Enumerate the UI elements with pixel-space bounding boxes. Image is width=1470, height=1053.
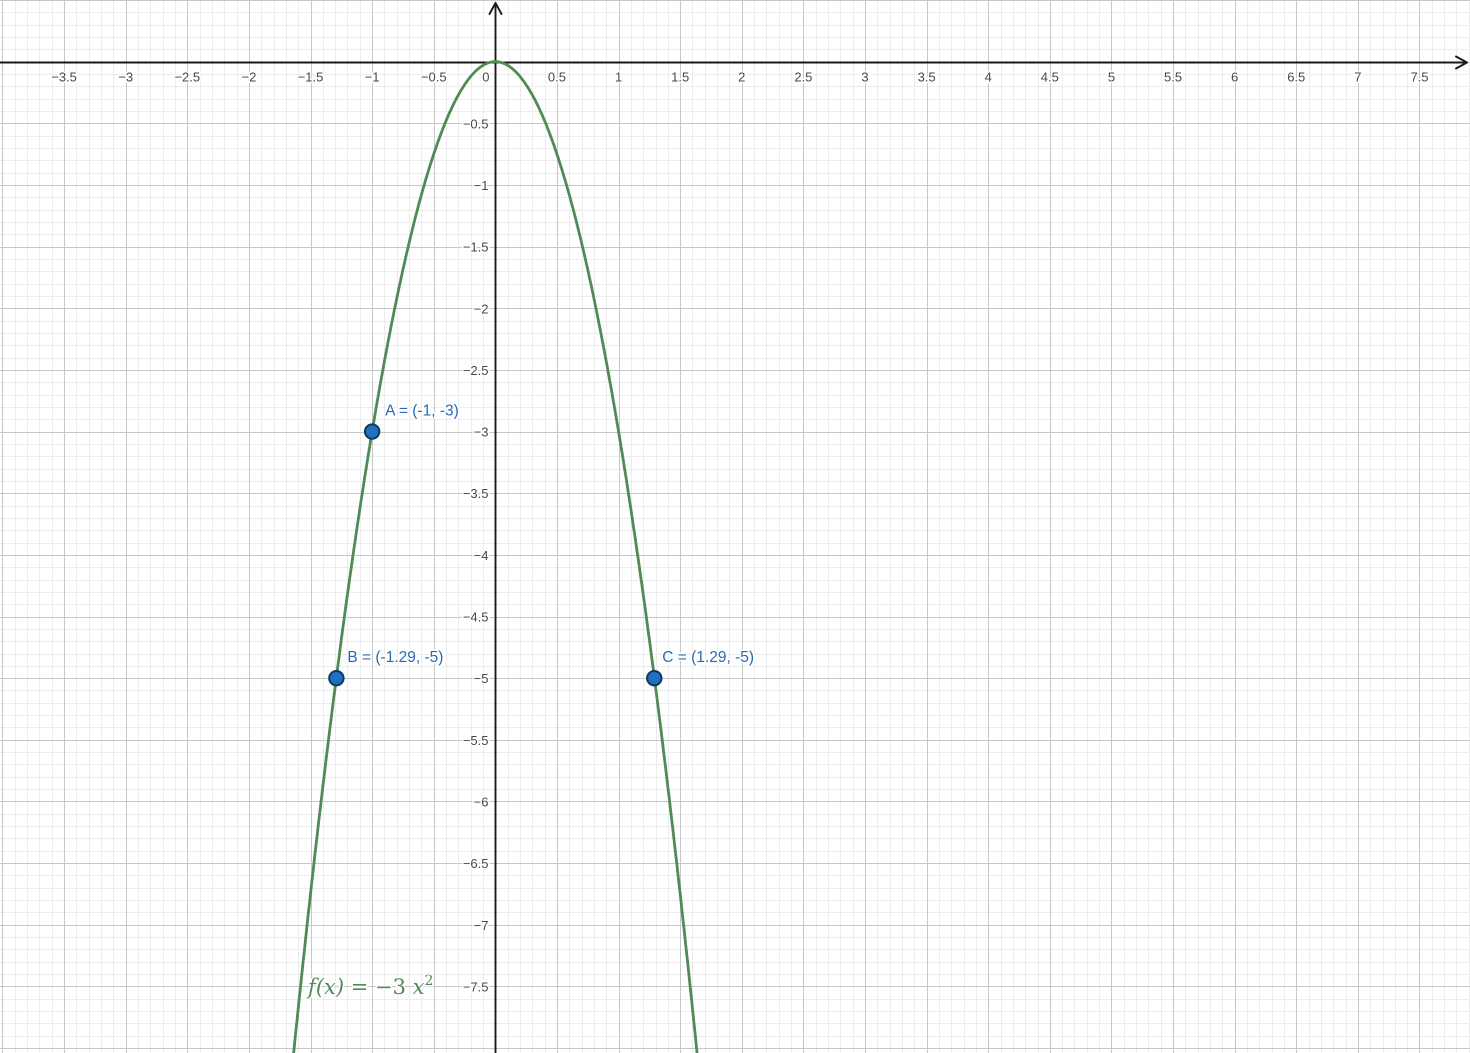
x-tick-label: −2 (241, 70, 256, 85)
y-tick-label: −4.5 (463, 610, 489, 625)
x-tick-label: 5.5 (1164, 70, 1182, 85)
y-tick-label: −6 (474, 794, 489, 809)
y-tick-label: −2.5 (463, 363, 489, 378)
x-tick-label: 3 (861, 70, 868, 85)
y-tick-label: −1.5 (463, 240, 489, 255)
point-label-B[interactable]: B = (-1.29, -5) (347, 649, 443, 666)
y-tick-label: −1 (474, 178, 489, 193)
x-tick-label: 4.5 (1041, 70, 1059, 85)
function-plot-svg[interactable]: −3.5 −3 −2.5 −2 −1.5 −1 −0.5 0 0.5 1 1.5 2 2.5 3 3.5 4 4… (0, 0, 1470, 1053)
tick-labels: −3.5 −3 −2.5 −2 −1.5 −1 −0.5 0 0.5 1 1.5 2 2.5 3 3.5 4 4… (51, 70, 1428, 995)
y-tick-label: −5 (474, 671, 489, 686)
y-tick-label: −3 (474, 425, 489, 440)
minor-grid (0, 0, 1470, 1053)
graphing-canvas[interactable]: −3.5 −3 −2.5 −2 −1.5 −1 −0.5 0 0.5 1 1.5 2 2.5 3 3.5 4 4… (0, 0, 1470, 1053)
x-tick-label: 3.5 (918, 70, 936, 85)
y-tick-label: −7 (474, 918, 489, 933)
y-tick-label: −6.5 (463, 856, 489, 871)
y-tick-label: −3.5 (463, 486, 489, 501)
x-tick-label: 5 (1108, 70, 1115, 85)
x-tick-label: −2.5 (174, 70, 200, 85)
y-tick-label: −5.5 (463, 733, 489, 748)
x-tick-label: 0 (482, 70, 489, 85)
point-C[interactable] (647, 671, 661, 685)
y-tick-label: −2 (474, 301, 489, 316)
x-tick-label: 2 (738, 70, 745, 85)
point-B[interactable] (329, 671, 343, 685)
y-tick-label: −4 (474, 548, 489, 563)
y-tick-label: −0.5 (463, 116, 489, 131)
point-A[interactable] (365, 424, 379, 438)
x-tick-label: −0.5 (421, 70, 447, 85)
x-tick-label: 4 (985, 70, 992, 85)
x-tick-label: 7.5 (1410, 70, 1428, 85)
x-tick-label: 0.5 (548, 70, 566, 85)
x-tick-label: −3 (118, 70, 133, 85)
x-tick-label: 6 (1231, 70, 1238, 85)
function-label[interactable]: f(x) = −3 x2 (306, 973, 433, 999)
x-tick-label: 6.5 (1287, 70, 1305, 85)
point-label-A[interactable]: A = (-1, -3) (385, 403, 459, 420)
x-tick-label: 1 (615, 70, 622, 85)
major-grid (0, 0, 1470, 1053)
x-tick-label: −3.5 (51, 70, 77, 85)
x-tick-label: −1.5 (298, 70, 324, 85)
x-tick-label: 2.5 (794, 70, 812, 85)
x-tick-label: −1 (365, 70, 380, 85)
y-tick-label: −7.5 (463, 979, 489, 994)
x-tick-label: 7 (1354, 70, 1361, 85)
point-label-C[interactable]: C = (1.29, -5) (662, 649, 754, 666)
x-tick-label: 1.5 (671, 70, 689, 85)
